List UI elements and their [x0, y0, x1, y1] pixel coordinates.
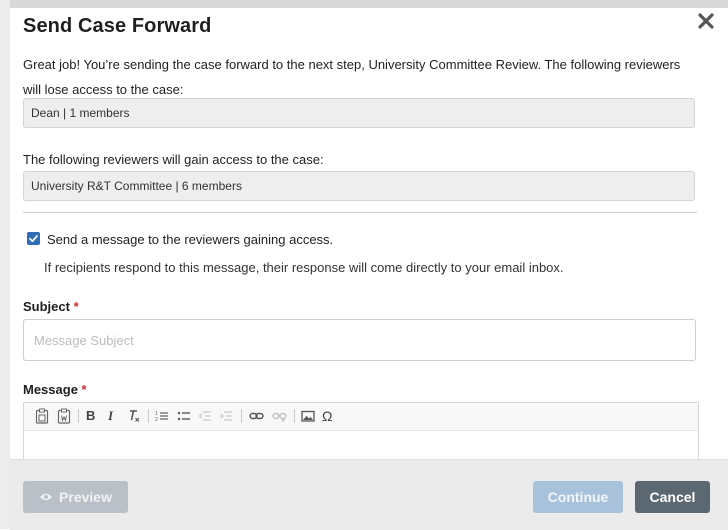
intro-text: Great job! You’re sending the case forwa…	[23, 57, 681, 97]
paste-icon[interactable]	[35, 408, 49, 424]
paste-from-word-icon[interactable]	[57, 408, 71, 424]
editor-toolbar: B I 12 Ω	[24, 403, 698, 431]
section-divider	[23, 212, 697, 213]
toolbar-separator	[148, 409, 149, 423]
toolbar-separator	[294, 409, 295, 423]
send-message-label[interactable]: Send a message to the reviewers gaining …	[47, 232, 333, 247]
subject-required-mark: *	[73, 299, 79, 314]
italic-icon[interactable]: I	[108, 408, 118, 424]
remove-format-icon[interactable]	[127, 408, 141, 424]
numbered-list-icon[interactable]: 12	[155, 408, 169, 424]
decrease-indent-icon[interactable]	[198, 408, 212, 424]
bulleted-list-icon[interactable]	[177, 408, 191, 424]
backdrop-left-edge	[0, 0, 10, 529]
eye-icon	[40, 494, 53, 501]
checkmark-icon	[29, 235, 38, 243]
special-character-icon[interactable]: Ω	[322, 408, 336, 424]
send-case-forward-modal: Send Case Forward Great job! You’re send…	[10, 8, 728, 530]
subject-label: Subject *	[23, 299, 79, 314]
cancel-button[interactable]: Cancel	[635, 481, 710, 513]
backdrop-top-strip	[0, 0, 728, 8]
increase-indent-icon[interactable]	[219, 408, 233, 424]
losing-access-field: Dean | 1 members	[23, 98, 695, 128]
modal-title: Send Case Forward	[23, 15, 212, 37]
continue-button[interactable]: Continue	[533, 481, 623, 513]
bold-icon[interactable]: B	[86, 408, 98, 424]
image-icon[interactable]	[301, 408, 315, 424]
preview-button-label: Preview	[59, 489, 112, 505]
svg-text:2: 2	[155, 417, 158, 423]
message-editor[interactable]: B I 12 Ω	[23, 402, 699, 462]
subject-label-text: Subject	[23, 299, 70, 314]
link-icon[interactable]	[249, 408, 264, 424]
preview-button[interactable]: Preview	[23, 481, 128, 513]
toolbar-separator	[241, 409, 242, 423]
message-label-text: Message	[23, 382, 78, 397]
subject-input[interactable]	[23, 319, 696, 361]
toolbar-separator	[78, 409, 79, 423]
reply-hint-text: If recipients respond to this message, t…	[44, 260, 564, 275]
gaining-access-label: The following reviewers will gain access…	[23, 152, 324, 167]
close-icon[interactable]	[697, 12, 715, 30]
gaining-access-field: University R&T Committee | 6 members	[23, 171, 695, 201]
message-label: Message *	[23, 382, 87, 397]
unlink-icon[interactable]	[272, 408, 287, 424]
send-message-checkbox[interactable]	[27, 232, 40, 245]
modal-footer: Preview Continue Cancel	[10, 459, 728, 530]
message-required-mark: *	[81, 382, 87, 397]
